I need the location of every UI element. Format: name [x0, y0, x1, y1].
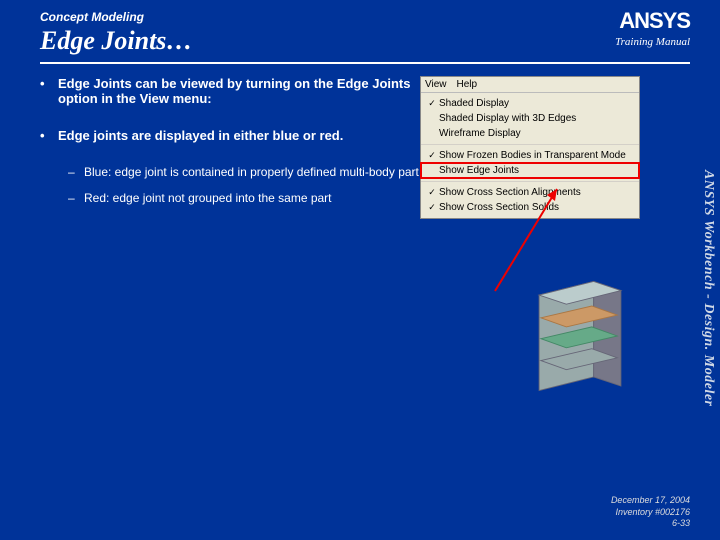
footer: December 17, 2004 Inventory #002176 6-33 — [611, 495, 690, 530]
dash: – — [68, 165, 84, 179]
logo-block: ANSYS Training Manual — [615, 8, 690, 48]
menu-item: Shaded Display with 3D Edges — [421, 111, 639, 126]
ansys-logo: ANSYS — [615, 8, 690, 34]
check-icon: ✓ — [425, 98, 439, 109]
bullet-text: Edge joints are displayed in either blue… — [58, 128, 343, 143]
sub-text: Blue: edge joint is contained in properl… — [84, 165, 419, 179]
bullet-1: • Edge Joints can be viewed by turning o… — [40, 76, 420, 106]
menu-section: ✓Show Frozen Bodies in Transparent Mode … — [421, 145, 639, 182]
menu-item: ✓Shaded Display — [421, 96, 639, 111]
menu-section: ✓Shaded Display Shaded Display with 3D E… — [421, 93, 639, 145]
bullet-text: Edge Joints can be viewed by turning on … — [58, 76, 420, 106]
bullet-dot: • — [40, 76, 58, 106]
check-icon: ✓ — [425, 202, 439, 213]
sub-2: – Red: edge joint not grouped into the s… — [68, 191, 420, 205]
sub-text: Red: edge joint not grouped into the sam… — [84, 191, 332, 205]
check-icon: ✓ — [425, 150, 439, 161]
slide-header: Concept Modeling Edge Joints… ANSYS Trai… — [0, 0, 720, 56]
figure-column: View Help ✓Shaded Display Shaded Display… — [420, 76, 685, 219]
text-column: • Edge Joints can be viewed by turning o… — [40, 76, 420, 219]
footer-inventory: Inventory #002176 — [611, 507, 690, 519]
sub-1: – Blue: edge joint is contained in prope… — [68, 165, 420, 179]
menu-help: Help — [457, 79, 478, 90]
bullet-2: • Edge joints are displayed in either bl… — [40, 128, 420, 143]
footer-page: 6-33 — [611, 518, 690, 530]
check-icon: ✓ — [425, 187, 439, 198]
supertitle: Concept Modeling — [40, 10, 680, 24]
sidebar-label: ANSYS Workbench - Design. Modeler — [698, 78, 716, 498]
training-label: Training Manual — [615, 36, 690, 48]
slide-title: Edge Joints… — [40, 26, 680, 56]
menu-item: ✓Show Frozen Bodies in Transparent Mode — [421, 148, 639, 163]
menu-view: View — [425, 79, 447, 90]
menu-item-highlighted: Show Edge Joints — [421, 163, 639, 178]
dash: – — [68, 191, 84, 205]
footer-date: December 17, 2004 — [611, 495, 690, 507]
bullet-dot: • — [40, 128, 58, 143]
menubar: View Help — [421, 77, 639, 93]
content: • Edge Joints can be viewed by turning o… — [0, 64, 720, 219]
shelf-3d-figure — [530, 276, 630, 396]
menu-item: Wireframe Display — [421, 126, 639, 141]
